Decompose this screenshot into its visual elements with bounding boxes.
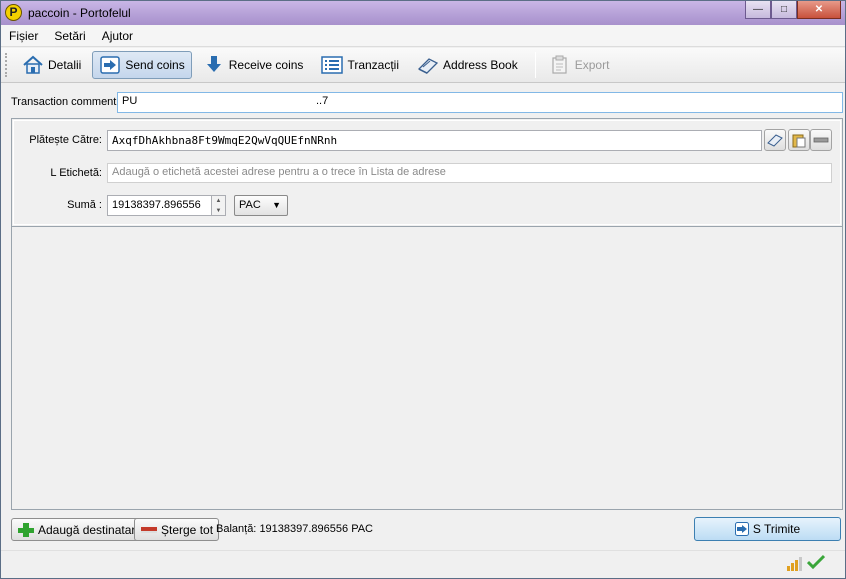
maximize-button[interactable]: □ <box>771 1 797 19</box>
main-window: P paccoin - Portofelul — □ ✕ Fișier Setă… <box>0 0 846 579</box>
recipients-scroll-area <box>11 227 843 510</box>
paste-icon <box>792 134 806 148</box>
plus-icon <box>18 522 34 537</box>
export-button[interactable]: Export <box>542 51 617 79</box>
paste-button[interactable] <box>788 129 810 151</box>
export-icon <box>552 55 567 74</box>
window-title: paccoin - Portofelul <box>28 6 131 20</box>
address-book-icon <box>767 134 783 147</box>
add-recipient-label: Adaugă destinatar <box>38 522 136 537</box>
comment-value-start: PU <box>122 95 138 107</box>
add-recipient-button[interactable]: Adaugă destinatar <box>11 518 142 541</box>
unit-value: PAC <box>239 199 261 211</box>
title-bar[interactable]: P paccoin - Portofelul — □ ✕ <box>1 1 845 25</box>
send-label: S Trimite <box>752 522 801 536</box>
recipient-entry: Plătește Către: AxqfDhAkhbna8Ft9WmqE2QwV… <box>11 118 843 227</box>
clear-all-button[interactable]: Șterge tot <box>134 518 220 541</box>
menu-settings[interactable]: Setări <box>46 29 93 43</box>
send-coins-label: Send coins <box>125 58 185 72</box>
close-button[interactable]: ✕ <box>797 1 841 19</box>
transactions-label: Tranzacții <box>347 58 400 72</box>
synced-check-icon <box>807 554 825 570</box>
transaction-comment-input[interactable]: PU ..7 <box>117 92 843 113</box>
toolbar-grip[interactable] <box>5 53 9 77</box>
spinner-up-icon[interactable]: ▲ <box>212 196 225 206</box>
export-label: Export <box>574 58 610 72</box>
address-book-label: Address Book <box>443 58 518 72</box>
comment-value-end: ..7 <box>316 95 329 107</box>
amount-input[interactable]: 19138397.896556 <box>107 195 212 216</box>
clear-all-label: Șterge tot <box>161 522 214 537</box>
amount-spinner[interactable]: ▲ ▼ <box>212 195 226 216</box>
window-controls: — □ ✕ <box>745 1 841 20</box>
send-coins-tab[interactable]: Send coins <box>92 51 192 79</box>
receive-arrow-icon <box>206 56 221 72</box>
transactions-tab[interactable]: Tranzacții <box>314 51 406 79</box>
address-book-tab[interactable]: Address Book <box>410 51 525 79</box>
network-signal-icon <box>787 557 802 571</box>
receive-coins-tab[interactable]: Receive coins <box>196 51 311 79</box>
send-arrow-icon <box>100 56 121 74</box>
home-icon <box>23 55 43 74</box>
remove-recipient-button[interactable] <box>810 129 832 151</box>
balance-display: Balanță: 19138397.896556 PAC <box>216 523 373 535</box>
list-icon <box>321 56 344 74</box>
pay-to-input[interactable]: AxqfDhAkhbna8Ft9WmqE2QwVqQUEfnNRnh <box>107 130 762 151</box>
pay-to-label: Plătește Către: <box>29 134 102 146</box>
transaction-comment-label: Transaction comment: <box>11 96 120 108</box>
paccoin-logo-icon: P <box>5 4 22 21</box>
overview-button[interactable]: Detalii <box>15 51 88 79</box>
balance-label: Balanță: <box>216 523 257 535</box>
address-book-lookup-button[interactable] <box>764 129 786 151</box>
send-button[interactable]: S Trimite <box>694 517 841 541</box>
unit-select[interactable]: PAC ▼ <box>234 195 288 216</box>
chevron-down-icon: ▼ <box>272 200 281 210</box>
eraser-icon <box>141 526 157 533</box>
label-field-label: L Etichetă: <box>50 167 102 179</box>
menu-help[interactable]: Ajutor <box>94 29 141 43</box>
label-input[interactable]: Adaugă o etichetă acestei adrese pentru … <box>107 163 832 183</box>
menu-file[interactable]: Fișier <box>1 29 46 43</box>
menu-bar: Fișier Setări Ajutor <box>1 25 845 47</box>
overview-label: Detalii <box>48 58 82 72</box>
send-arrow-icon <box>734 522 749 536</box>
spinner-down-icon[interactable]: ▼ <box>212 206 225 216</box>
toolbar-separator <box>534 52 536 78</box>
amount-label: Sumă : <box>67 199 102 211</box>
remove-icon <box>813 137 829 143</box>
toolbar: Detalii Send coins Receive coins Tranzac… <box>1 48 845 83</box>
status-bar <box>1 550 845 578</box>
minimize-button[interactable]: — <box>745 1 771 19</box>
receive-coins-label: Receive coins <box>228 58 304 72</box>
balance-value: 19138397.896556 PAC <box>259 523 373 535</box>
address-book-icon <box>417 58 439 74</box>
